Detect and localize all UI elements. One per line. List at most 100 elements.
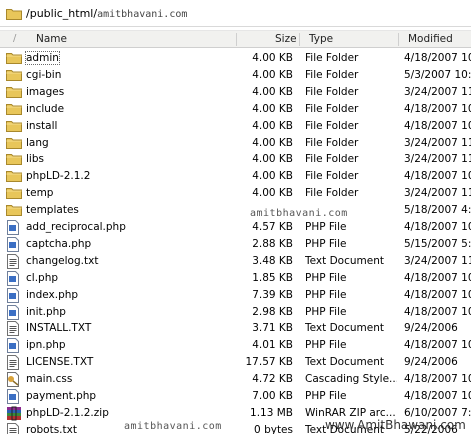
file-modified: 3/24/2007 11	[404, 85, 471, 98]
table-row[interactable]: index.php 7.39 KB PHP File 4/18/2007 10	[0, 287, 471, 304]
folder-icon	[6, 51, 22, 65]
folder-icon	[6, 136, 22, 150]
table-row[interactable]: add_reciprocal.php 4.57 KB PHP File 4/18/20…	[0, 219, 471, 236]
file-size: 1.13 MB	[250, 406, 293, 419]
watermark-text: amitbhavani.com	[124, 421, 222, 432]
file-size: 4.72 KB	[252, 373, 293, 386]
file-size: 7.39 KB	[252, 288, 293, 301]
file-modified: 5/15/2007 5:0	[404, 237, 471, 250]
column-header: / Name Size Type Modified	[0, 30, 471, 48]
file-name: LICENSE.TXT	[26, 356, 94, 369]
file-name: images	[26, 85, 65, 98]
file-name: phpLD-2.1.2.zip	[26, 406, 109, 419]
file-modified: 4/18/2007 10	[404, 339, 471, 352]
table-row[interactable]: changelog.txt 3.48 KB Text Document 3/24/20…	[0, 253, 471, 270]
table-row[interactable]: main.css 4.72 KB Cascading Style... 4/18/20…	[0, 371, 471, 388]
file-modified: 5/3/2007 10::	[404, 68, 471, 81]
php-file-icon	[6, 270, 22, 286]
file-modified: 4/18/2007 10	[404, 52, 471, 64]
table-row[interactable]: templates 5/18/2007 4:4	[0, 202, 471, 219]
file-modified: 3/24/2007 11	[404, 136, 471, 149]
file-size: 17.57 KB	[245, 356, 294, 369]
table-row[interactable]: libs 4.00 KB File Folder 3/24/2007 11	[0, 151, 471, 168]
file-name: phpLD-2.1.2	[26, 170, 91, 183]
file-modified: 3/24/2007 11	[404, 254, 471, 267]
file-size: 0 bytes	[254, 423, 293, 434]
table-row[interactable]: admin 4.00 KB File Folder 4/18/2007 10	[0, 50, 471, 67]
table-row[interactable]: cgi-bin 4.00 KB File Folder 5/3/2007 10::	[0, 67, 471, 84]
file-name: install	[26, 119, 58, 132]
table-row[interactable]: lang 4.00 KB File Folder 3/24/2007 11	[0, 135, 471, 152]
column-type[interactable]: Type	[309, 33, 333, 45]
file-type: Text Document	[305, 322, 384, 335]
file-list: admin 4.00 KB File Folder 4/18/2007 10 cgi-b…	[0, 50, 471, 434]
table-row[interactable]: temp 4.00 KB File Folder 3/24/2007 11	[0, 185, 471, 202]
column-size[interactable]: Size	[275, 33, 297, 45]
file-type: File Folder	[305, 136, 359, 149]
file-type: PHP File	[305, 237, 347, 250]
watermark-corner: www.AmitBhawani.com	[325, 418, 466, 432]
file-modified: 4/18/2007 10	[404, 305, 471, 318]
file-name: add_reciprocal.php	[26, 221, 126, 233]
column-divider[interactable]	[398, 33, 399, 46]
folder-icon	[6, 85, 22, 99]
folder-icon	[6, 152, 22, 166]
file-name: cgi-bin	[26, 68, 62, 81]
file-size: 4.57 KB	[252, 221, 293, 233]
file-name: temp	[26, 187, 54, 200]
table-row[interactable]: captcha.php 2.88 KB PHP File 5/15/2007 5:0	[0, 236, 471, 253]
php-file-icon	[6, 287, 22, 303]
file-modified: 3/24/2007 11	[404, 153, 471, 166]
file-size: 4.00 KB	[252, 68, 293, 81]
file-size: 3.48 KB	[252, 254, 293, 267]
table-row[interactable]: install 4.00 KB File Folder 4/18/2007 10	[0, 118, 471, 135]
file-type: File Folder	[305, 153, 359, 166]
file-name: payment.php	[26, 390, 97, 402]
file-name: lang	[26, 136, 49, 149]
table-row[interactable]: phpLD-2.1.2 4.00 KB File Folder 4/18/2007 1…	[0, 168, 471, 185]
zip-archive-icon	[6, 406, 22, 421]
file-type: Cascading Style...	[305, 373, 397, 386]
file-modified: 4/18/2007 10	[404, 373, 471, 386]
php-file-icon	[6, 236, 22, 252]
table-row[interactable]: include 4.00 KB File Folder 4/18/2007 10	[0, 101, 471, 118]
column-divider[interactable]	[299, 33, 300, 46]
file-name: init.php	[26, 305, 66, 318]
file-type: PHP File	[305, 288, 347, 301]
file-name: INSTALL.TXT	[26, 322, 92, 335]
file-type: File Folder	[305, 85, 359, 98]
file-type: PHP File	[305, 305, 347, 318]
css-file-icon	[6, 372, 22, 388]
table-row[interactable]: LICENSE.TXT 17.57 KB Text Document 9/24/200…	[0, 354, 471, 371]
table-row[interactable]: cl.php 1.85 KB PHP File 4/18/2007 10	[0, 270, 471, 287]
file-size: 4.00 KB	[252, 187, 293, 200]
file-modified: 9/24/2006	[404, 322, 458, 335]
table-row[interactable]: images 4.00 KB File Folder 3/24/2007 11	[0, 84, 471, 101]
file-size: 4.00 KB	[252, 85, 293, 98]
file-name: admin	[25, 51, 60, 65]
file-size: 4.00 KB	[252, 136, 293, 149]
text-file-icon	[6, 355, 22, 371]
column-modified[interactable]: Modified	[408, 33, 453, 45]
file-name: index.php	[26, 288, 79, 301]
file-type: Text Document	[305, 356, 384, 369]
file-type: File Folder	[305, 187, 359, 200]
path-bar: /public_html/amitbhavani.com	[0, 0, 471, 27]
file-modified: 4/18/2007 10	[404, 390, 471, 402]
file-name: main.css	[26, 373, 73, 386]
table-row[interactable]: init.php 2.98 KB PHP File 4/18/2007 10	[0, 304, 471, 321]
file-modified: 4/18/2007 10	[404, 102, 471, 115]
column-name[interactable]: Name	[36, 33, 67, 45]
file-name: captcha.php	[26, 237, 92, 250]
folder-icon	[6, 7, 22, 23]
watermark-text: amitbhavani.com	[250, 208, 348, 219]
file-type: PHP File	[305, 271, 347, 284]
file-modified: 4/18/2007 10	[404, 221, 471, 233]
column-divider[interactable]	[236, 33, 237, 46]
file-modified: 3/24/2007 11	[404, 187, 471, 200]
file-type: PHP File	[305, 390, 347, 402]
table-row[interactable]: ipn.php 4.01 KB PHP File 4/18/2007 10	[0, 337, 471, 354]
table-row[interactable]: INSTALL.TXT 3.71 KB Text Document 9/24/2006	[0, 320, 471, 337]
file-size: 4.00 KB	[252, 119, 293, 132]
table-row[interactable]: payment.php 7.00 KB PHP File 4/18/2007 10	[0, 388, 471, 405]
